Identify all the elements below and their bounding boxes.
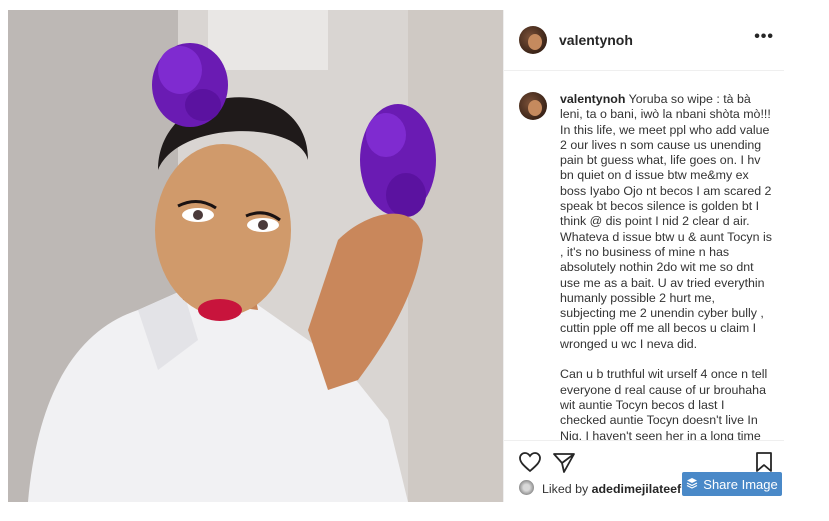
post-side-panel: valentynoh ••• valentynoh Yoruba so wipe… <box>503 10 784 502</box>
caption: valentynoh Yoruba so wipe : tà bà leni, … <box>560 92 772 440</box>
caption-avatar[interactable] <box>519 92 547 120</box>
share-image-label: Share Image <box>703 476 778 492</box>
post-username[interactable]: valentynoh <box>559 32 633 48</box>
caption-text: Yoruba so wipe : tà bà leni, ta o bani, … <box>560 92 772 440</box>
avatar[interactable] <box>519 26 547 54</box>
layers-icon <box>686 477 698 492</box>
liker-avatar[interactable] <box>519 480 534 495</box>
post-header: valentynoh ••• <box>504 10 784 71</box>
heart-icon[interactable] <box>518 451 542 478</box>
liked-prefix: Liked by <box>542 482 592 496</box>
more-options-icon[interactable]: ••• <box>754 28 774 46</box>
post-photo <box>8 10 503 502</box>
liked-by: Liked by adedimejilateef a <box>542 482 691 496</box>
share-image-button[interactable]: Share Image <box>682 472 782 496</box>
liked-user[interactable]: adedimejilateef <box>592 482 682 496</box>
send-icon[interactable] <box>552 451 576 478</box>
caption-username[interactable]: valentynoh <box>560 92 625 106</box>
caption-area[interactable]: valentynoh Yoruba so wipe : tà bà leni, … <box>504 82 784 440</box>
